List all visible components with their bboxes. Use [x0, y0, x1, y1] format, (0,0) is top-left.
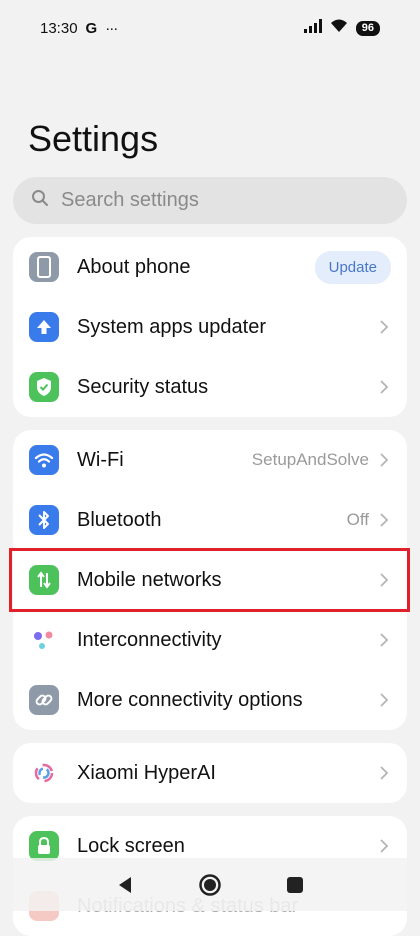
- wifi-row[interactable]: Wi-Fi SetupAndSolve: [13, 430, 407, 490]
- phone-icon: [29, 252, 59, 282]
- interconnectivity-row[interactable]: Interconnectivity: [13, 610, 407, 670]
- lock-icon: [29, 831, 59, 861]
- update-button[interactable]: Update: [314, 250, 391, 284]
- wifi-icon: [330, 19, 348, 37]
- chevron-right-icon: [377, 839, 391, 853]
- chevron-right-icon: [377, 513, 391, 527]
- chevron-right-icon: [377, 453, 391, 467]
- home-button[interactable]: [198, 873, 222, 897]
- more-connectivity-options-label: More connectivity options: [77, 688, 303, 711]
- wifi-network-value: SetupAndSolve: [251, 450, 369, 469]
- system-apps-updater-row[interactable]: System apps updater: [13, 297, 407, 357]
- status-bar: 13:30 G ··· 96: [0, 0, 420, 56]
- mobile-data-icon: [29, 565, 59, 595]
- navigation-bar: [0, 858, 420, 911]
- bluetooth-label: Bluetooth: [77, 508, 162, 531]
- status-right: 96: [303, 19, 380, 37]
- signal-icon: [303, 19, 322, 37]
- chevron-right-icon: [377, 320, 391, 334]
- recents-button[interactable]: [286, 876, 304, 894]
- bluetooth-icon: [29, 505, 59, 535]
- mobile-networks-label: Mobile networks: [77, 568, 222, 591]
- more-connectivity-options-row[interactable]: More connectivity options: [13, 670, 407, 730]
- search-bar[interactable]: [13, 177, 407, 224]
- battery-icon: 96: [355, 20, 380, 36]
- bluetooth-value: Off: [346, 510, 369, 529]
- more-notifications-icon: ···: [105, 19, 118, 37]
- status-left: 13:30 G ···: [40, 19, 118, 37]
- search-input[interactable]: [59, 188, 363, 213]
- shield-check-icon: [29, 372, 59, 402]
- chevron-right-icon: [377, 633, 391, 647]
- status-time: 13:30: [40, 19, 78, 37]
- interconnectivity-icon: [29, 625, 59, 655]
- system-apps-updater-label: System apps updater: [77, 315, 266, 338]
- interconnectivity-label: Interconnectivity: [77, 628, 222, 651]
- search-icon: [31, 189, 49, 212]
- link-icon: [29, 685, 59, 715]
- about-phone-label: About phone: [77, 255, 191, 278]
- chevron-right-icon: [377, 573, 391, 587]
- wifi-icon: [29, 445, 59, 475]
- xiaomi-hyperai-row[interactable]: Xiaomi HyperAI: [13, 743, 407, 803]
- page-title: Settings: [28, 118, 159, 159]
- bluetooth-row[interactable]: Bluetooth Off: [13, 490, 407, 550]
- wifi-label: Wi-Fi: [77, 448, 124, 471]
- chevron-right-icon: [377, 380, 391, 394]
- xiaomi-hyperai-label: Xiaomi HyperAI: [77, 761, 216, 784]
- card-ai: Xiaomi HyperAI: [13, 743, 407, 803]
- arrow-up-icon: [29, 312, 59, 342]
- chevron-right-icon: [377, 766, 391, 780]
- hyperai-icon: [29, 758, 59, 788]
- google-icon: G: [85, 19, 98, 37]
- card-device: About phone Update System apps updater S…: [13, 237, 407, 417]
- security-status-row[interactable]: Security status: [13, 357, 407, 417]
- mobile-networks-row[interactable]: Mobile networks: [13, 550, 407, 610]
- about-phone-row[interactable]: About phone Update: [13, 237, 407, 297]
- lock-screen-label: Lock screen: [77, 834, 185, 857]
- card-connectivity: Wi-Fi SetupAndSolve Bluetooth Off Mobile…: [13, 430, 407, 730]
- security-status-label: Security status: [77, 375, 209, 398]
- chevron-right-icon: [377, 693, 391, 707]
- back-button[interactable]: [116, 875, 134, 895]
